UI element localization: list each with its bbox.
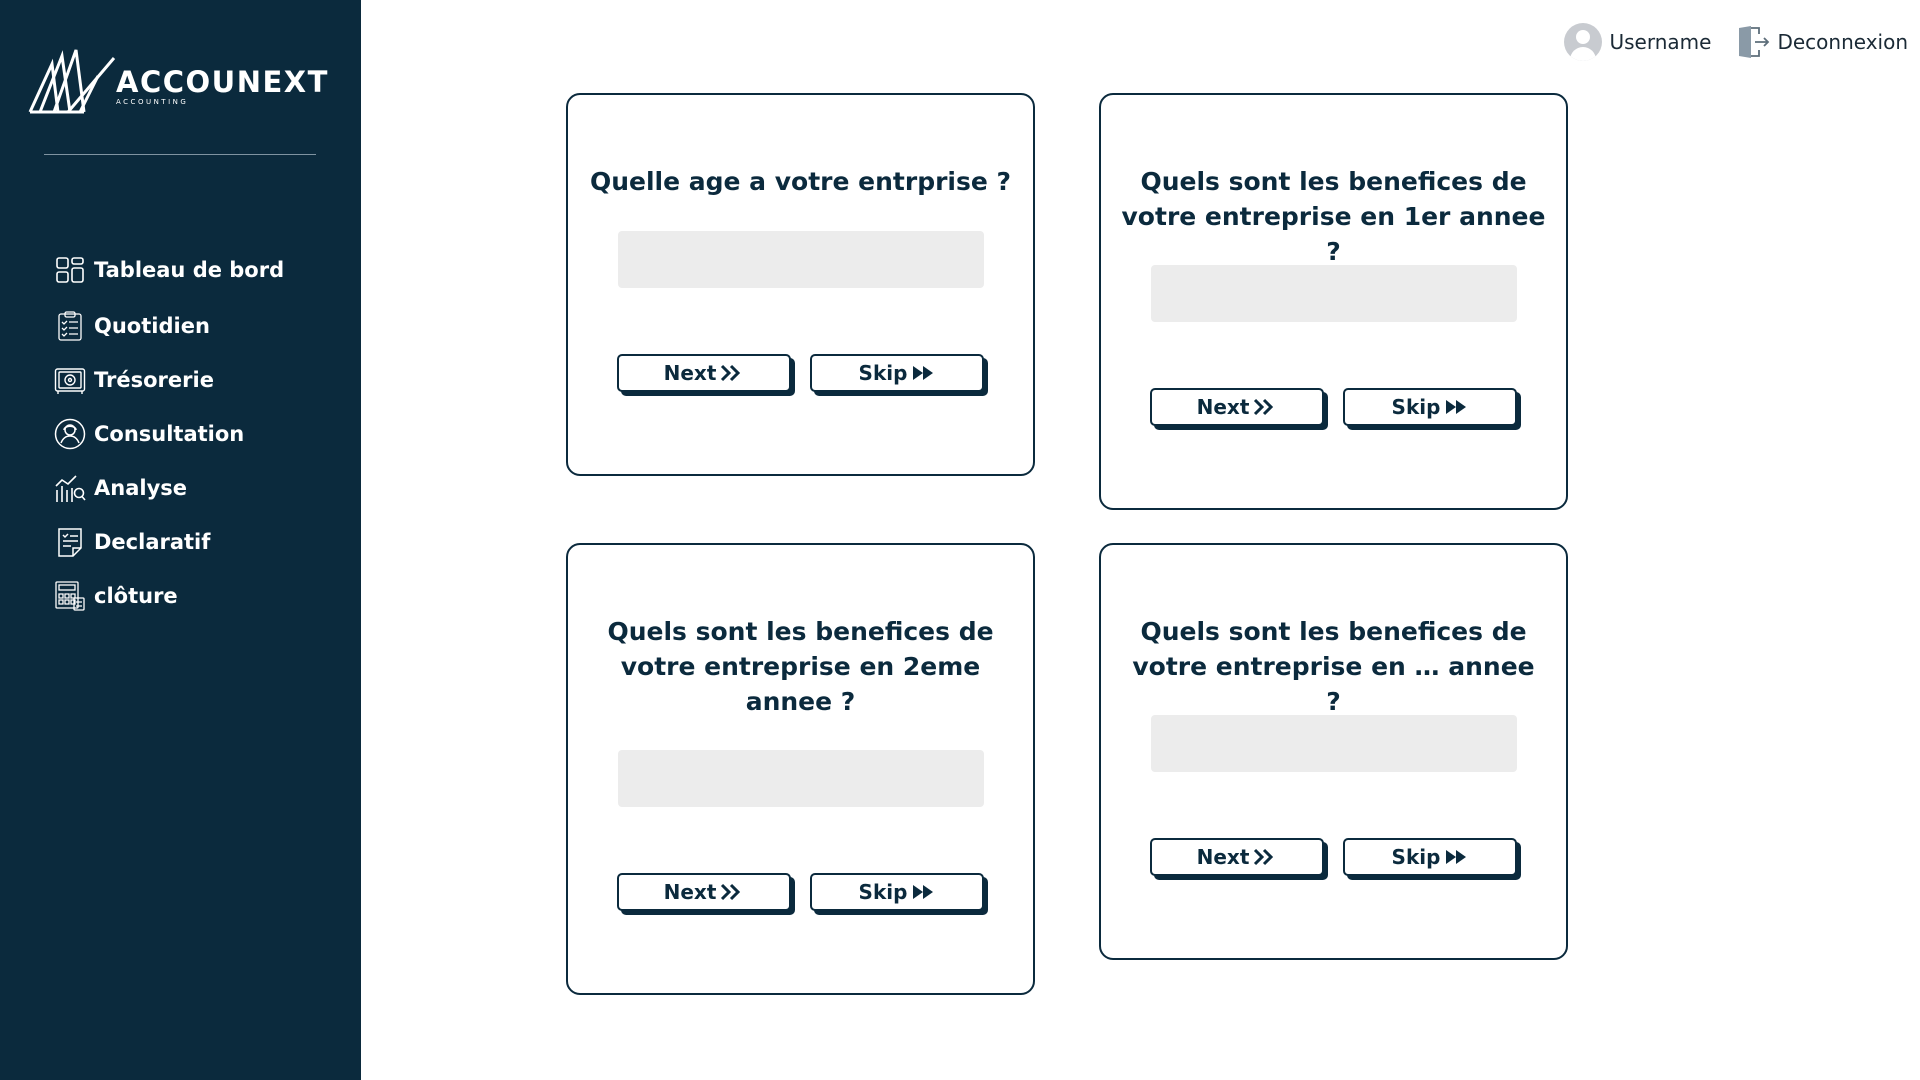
answer-input[interactable] bbox=[618, 231, 984, 288]
sidebar-item-tableau-de-bord[interactable]: Tableau de bord bbox=[54, 250, 344, 290]
sidebar-item-label: Analyse bbox=[94, 476, 188, 500]
skip-button[interactable]: Skip bbox=[1343, 388, 1517, 426]
answer-input[interactable] bbox=[618, 750, 984, 807]
chevrons-right-icon bbox=[721, 364, 741, 382]
question-text: Quels sont les benefices de votre entrep… bbox=[1132, 617, 1535, 716]
next-button[interactable]: Next bbox=[617, 354, 791, 392]
fast-forward-icon bbox=[1446, 400, 1467, 414]
question-text: Quels sont les benefices de votre entrep… bbox=[1121, 167, 1546, 266]
question-card: Quelle age a votre entrprise ? Next Skip bbox=[566, 93, 1035, 476]
next-button[interactable]: Next bbox=[617, 873, 791, 911]
brand-tagline: ACCOUNTING bbox=[116, 98, 189, 106]
brand-logo[interactable]: ACCOUNEXT ACCOUNTING bbox=[28, 48, 328, 118]
next-button-label: Next bbox=[663, 880, 717, 904]
logo-mark-icon bbox=[28, 49, 116, 114]
answer-input[interactable] bbox=[1151, 715, 1517, 772]
question-text: Quels sont les benefices de votre entrep… bbox=[607, 617, 994, 716]
fast-forward-icon bbox=[913, 366, 934, 380]
sidebar-item-cloture[interactable]: clôture bbox=[54, 576, 344, 616]
question-text: Quelle age a votre entrprise ? bbox=[589, 167, 1012, 196]
username-label: Username bbox=[1609, 30, 1712, 54]
top-bar: Username Deconnexion bbox=[1563, 22, 1908, 62]
next-button-label: Next bbox=[1196, 395, 1250, 419]
question-card: Quels sont les benefices de votre entrep… bbox=[1099, 93, 1568, 510]
sidebar: ACCOUNEXT ACCOUNTING Tableau de bord Quo… bbox=[0, 0, 361, 1080]
sidebar-divider bbox=[44, 154, 316, 155]
sidebar-item-label: Trésorerie bbox=[94, 368, 214, 392]
sidebar-item-analyse[interactable]: Analyse bbox=[54, 468, 344, 508]
sidebar-item-label: Tableau de bord bbox=[94, 258, 285, 282]
next-button-label: Next bbox=[663, 361, 717, 385]
calculator-icon bbox=[54, 580, 86, 612]
sidebar-item-label: Quotidien bbox=[94, 314, 210, 338]
next-button[interactable]: Next bbox=[1150, 838, 1324, 876]
sidebar-item-declaratif[interactable]: Declaratif bbox=[54, 522, 344, 562]
question-card: Quels sont les benefices de votre entrep… bbox=[1099, 543, 1568, 960]
question-card: Quels sont les benefices de votre entrep… bbox=[566, 543, 1035, 995]
sidebar-item-tresorerie[interactable]: Trésorerie bbox=[54, 360, 344, 400]
skip-button-label: Skip bbox=[1391, 395, 1441, 419]
logout-button[interactable]: Deconnexion bbox=[1735, 24, 1908, 60]
chevrons-right-icon bbox=[721, 883, 741, 901]
user-menu[interactable]: Username bbox=[1563, 23, 1712, 61]
next-button[interactable]: Next bbox=[1150, 388, 1324, 426]
skip-button-label: Skip bbox=[858, 361, 908, 385]
chevrons-right-icon bbox=[1254, 398, 1274, 416]
avatar bbox=[1563, 23, 1602, 61]
user-circle-icon bbox=[54, 418, 86, 450]
skip-button-label: Skip bbox=[1391, 845, 1441, 869]
dashboard-icon bbox=[54, 254, 86, 286]
next-button-label: Next bbox=[1196, 845, 1250, 869]
clipboard-list-icon bbox=[54, 310, 86, 342]
brand-name: ACCOUNEXT bbox=[116, 65, 329, 99]
sidebar-item-quotidien[interactable]: Quotidien bbox=[54, 306, 344, 346]
sidebar-item-label: Declaratif bbox=[94, 530, 211, 554]
sidebar-item-label: clôture bbox=[94, 584, 178, 608]
skip-button-label: Skip bbox=[858, 880, 908, 904]
sidebar-item-label: Consultation bbox=[94, 422, 245, 446]
document-check-icon bbox=[54, 526, 86, 558]
fast-forward-icon bbox=[1446, 850, 1467, 864]
logout-icon bbox=[1739, 26, 1770, 58]
logout-label: Deconnexion bbox=[1777, 30, 1908, 54]
answer-input[interactable] bbox=[1151, 265, 1517, 322]
skip-button[interactable]: Skip bbox=[1343, 838, 1517, 876]
skip-button[interactable]: Skip bbox=[810, 873, 984, 911]
skip-button[interactable]: Skip bbox=[810, 354, 984, 392]
fast-forward-icon bbox=[913, 885, 934, 899]
safe-icon bbox=[54, 364, 86, 396]
chevrons-right-icon bbox=[1254, 848, 1274, 866]
sidebar-item-consultation[interactable]: Consultation bbox=[54, 414, 344, 454]
chart-search-icon bbox=[54, 472, 86, 504]
